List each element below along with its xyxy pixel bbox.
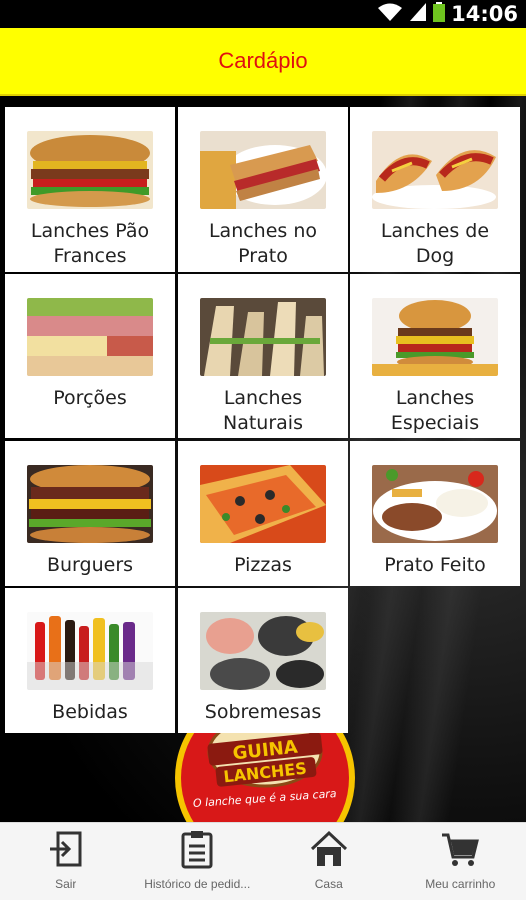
menu-item-image <box>27 612 153 690</box>
nav-label: Meu carrinho <box>425 877 496 891</box>
clipboard-icon <box>177 829 217 869</box>
menu-item-label: Lanches Pão Frances <box>30 220 150 267</box>
menu-item-porcoes[interactable]: Porções <box>5 274 175 438</box>
menu-item-label: Burguers <box>46 554 134 576</box>
signal-icon <box>409 2 427 26</box>
menu-item-image <box>200 131 326 209</box>
menu-item-label: Pizzas <box>234 554 292 576</box>
menu-item-lanches-no-prato[interactable]: Lanches no Prato <box>178 107 348 272</box>
menu-item-label: Lanches Naturais <box>223 387 303 434</box>
menu-item-image <box>372 465 498 543</box>
menu-item-sobremesas[interactable]: Sobremesas <box>178 588 348 733</box>
menu-item-label: Lanches Especiais <box>390 387 480 434</box>
menu-item-prato-feito[interactable]: Prato Feito <box>350 441 520 586</box>
nav-sair[interactable]: Sair <box>0 823 132 900</box>
menu-item-bebidas[interactable]: Bebidas <box>5 588 175 733</box>
menu-item-label: Porções <box>53 387 127 409</box>
menu-item-image <box>372 131 498 209</box>
menu-item-label: Prato Feito <box>384 554 486 576</box>
nav-label: Histórico de pedid... <box>144 877 251 891</box>
menu-item-label: Bebidas <box>52 701 128 723</box>
battery-icon <box>433 2 446 26</box>
nav-casa[interactable]: Casa <box>263 823 395 900</box>
status-time: 14:06 <box>451 2 518 26</box>
menu-item-label: Sobremesas <box>204 701 322 723</box>
menu-item-image <box>200 612 326 690</box>
menu-item-pizzas[interactable]: Pizzas <box>178 441 348 586</box>
menu-item-lanches-pao-frances[interactable]: Lanches Pão Frances <box>5 107 175 272</box>
wifi-icon <box>377 2 403 26</box>
menu-item-image <box>27 465 153 543</box>
menu-item-image <box>200 465 326 543</box>
nav-carrinho[interactable]: Meu carrinho <box>395 823 526 900</box>
menu-item-label: Lanches de Dog <box>380 220 490 267</box>
menu-item-image <box>27 298 153 376</box>
status-bar: 14:06 <box>0 0 526 28</box>
menu-item-lanches-especiais[interactable]: Lanches Especiais <box>350 274 520 438</box>
nav-historico[interactable]: Histórico de pedid... <box>132 823 264 900</box>
menu-item-image <box>372 298 498 376</box>
menu-item-burguers[interactable]: Burguers <box>5 441 175 586</box>
nav-label: Sair <box>55 877 77 891</box>
cart-icon <box>440 829 480 869</box>
menu-item-label: Lanches no Prato <box>208 220 318 267</box>
exit-icon <box>46 829 86 869</box>
bottom-navigation: Sair Histórico de pedid... Casa Meu carr… <box>0 822 526 900</box>
menu-item-lanches-de-dog[interactable]: Lanches de Dog <box>350 107 520 272</box>
home-icon <box>309 829 349 869</box>
menu-item-image <box>200 298 326 376</box>
app-header: Cardápio <box>0 28 526 96</box>
page-title: Cardápio <box>218 48 308 73</box>
menu-item-lanches-naturais[interactable]: Lanches Naturais <box>178 274 348 438</box>
menu-item-image <box>27 131 153 209</box>
nav-label: Casa <box>314 877 343 891</box>
